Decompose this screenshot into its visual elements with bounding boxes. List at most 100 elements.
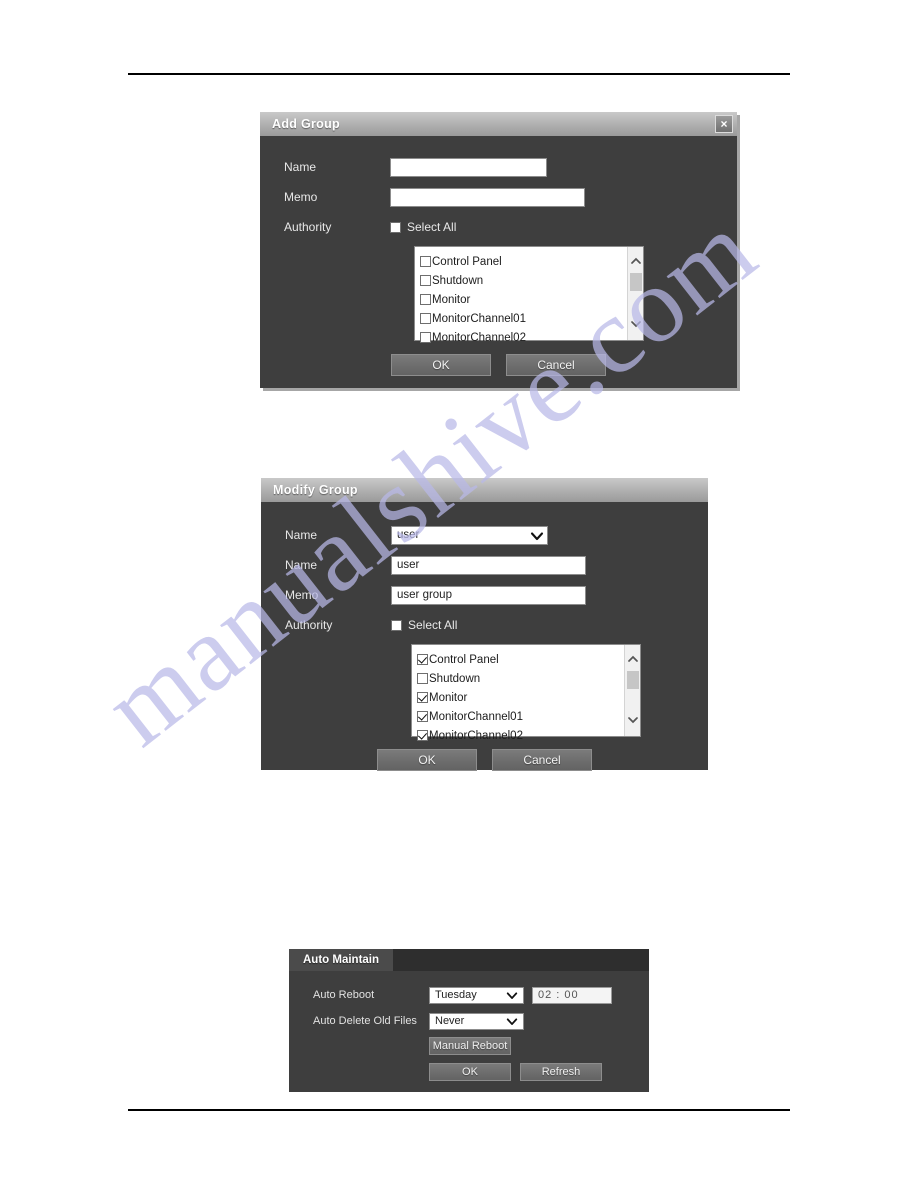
auto-delete-dropdown[interactable]: Never — [429, 1012, 524, 1030]
authority-list-item[interactable]: MonitorChannel01 — [417, 707, 640, 726]
modify-group-dialog: Modify Group Name user Name user Memo us… — [261, 478, 708, 771]
authority-item-label: Shutdown — [429, 672, 481, 685]
add-group-memo-label: Memo — [284, 190, 318, 204]
select-all-label: Select All — [408, 618, 458, 632]
authority-item-label: Monitor — [432, 293, 471, 306]
select-all-label: Select All — [407, 220, 457, 234]
ok-button[interactable]: OK — [429, 1063, 511, 1081]
modify-group-name-input[interactable]: user — [391, 555, 586, 575]
authority-list-item[interactable]: Monitor — [420, 290, 643, 309]
select-all-checkbox-icon[interactable] — [390, 221, 401, 233]
auto-maintain-dialog: Auto Maintain Auto Reboot Tuesday 02 : 0… — [289, 949, 649, 1092]
chevron-down-icon[interactable] — [506, 989, 518, 1002]
authority-list-item[interactable]: MonitorChannel02 — [420, 328, 643, 347]
add-group-authority-row: Authority Select All — [260, 216, 737, 238]
checkbox-checked-icon[interactable] — [417, 730, 428, 741]
checkbox-icon[interactable] — [420, 332, 431, 343]
checkbox-checked-icon[interactable] — [417, 692, 428, 703]
modify-group-memo-input[interactable]: user group — [391, 585, 586, 605]
cancel-button[interactable]: Cancel — [506, 354, 606, 376]
add-group-form: Name Memo Authority Select All Control P… — [260, 136, 737, 376]
scroll-up-icon[interactable] — [630, 255, 642, 267]
close-icon[interactable]: × — [715, 115, 733, 133]
checkbox-icon[interactable] — [417, 673, 428, 684]
checkbox-checked-icon[interactable] — [417, 711, 428, 722]
modify-group-name-label: Name — [285, 558, 318, 572]
scroll-up-icon[interactable] — [627, 653, 639, 665]
chevron-down-icon[interactable] — [506, 1015, 518, 1028]
scrollbar-thumb[interactable] — [630, 273, 642, 291]
add-group-authority-list[interactable]: Control Panel Shutdown Monitor MonitorChann… — [414, 246, 644, 344]
modify-group-memo-label: Memo — [285, 588, 319, 602]
authority-item-label: MonitorChannel02 — [429, 729, 523, 742]
checkbox-icon[interactable] — [420, 275, 431, 286]
select-all-checkbox-icon[interactable] — [391, 619, 402, 631]
authority-item-label: MonitorChannel02 — [432, 331, 526, 344]
add-group-authority-label: Authority — [284, 220, 332, 234]
authority-item-label: Control Panel — [432, 255, 502, 268]
modify-group-select-row: Name user — [261, 524, 708, 546]
authority-list-item[interactable]: Shutdown — [417, 669, 640, 688]
tab-auto-maintain[interactable]: Auto Maintain — [289, 949, 394, 971]
add-group-dialog: Add Group × Name Memo Authority Select A… — [260, 112, 737, 388]
authority-list-item[interactable]: Shutdown — [420, 271, 643, 290]
scroll-down-icon[interactable] — [627, 714, 639, 726]
add-group-memo-input[interactable] — [390, 187, 585, 207]
auto-reboot-day-dropdown[interactable]: Tuesday — [429, 986, 524, 1004]
add-group-select-all[interactable]: Select All — [390, 220, 456, 234]
group-name-dropdown[interactable]: user — [391, 525, 548, 545]
modify-group-button-row: OK Cancel — [261, 749, 708, 771]
add-group-name-input[interactable] — [390, 157, 547, 177]
authority-list-item[interactable]: MonitorChannel02 — [417, 726, 640, 745]
checkbox-icon[interactable] — [420, 313, 431, 324]
add-group-titlebar: Add Group × — [260, 112, 737, 136]
ok-button[interactable]: OK — [391, 354, 491, 376]
add-group-memo-row: Memo — [260, 186, 737, 208]
authority-item-label: MonitorChannel01 — [429, 710, 523, 723]
authority-list-scrollbar[interactable] — [624, 645, 640, 736]
modify-group-authority-row: Authority Select All — [261, 614, 708, 636]
auto-reboot-label: Auto Reboot — [313, 989, 375, 1001]
cancel-button[interactable]: Cancel — [492, 749, 592, 771]
checkbox-icon[interactable] — [420, 294, 431, 305]
authority-item-label: MonitorChannel01 — [432, 312, 526, 325]
auto-delete-value: Never — [435, 1014, 465, 1027]
modify-group-select-all[interactable]: Select All — [391, 618, 457, 632]
add-group-title: Add Group — [272, 117, 340, 131]
authority-list-scrollbar[interactable] — [627, 247, 643, 340]
auto-maintain-tabbar: Auto Maintain — [289, 949, 649, 971]
modify-group-authority-label: Authority — [285, 618, 333, 632]
authority-list-item[interactable]: MonitorChannel01 — [420, 309, 643, 328]
group-name-dropdown-value: user — [397, 528, 420, 541]
ok-button[interactable]: OK — [377, 749, 477, 771]
manual-reboot-wrap: Manual Reboot — [429, 1037, 649, 1055]
auto-reboot-time-input[interactable]: 02 : 00 — [532, 986, 612, 1004]
modify-group-title: Modify Group — [273, 483, 358, 497]
auto-maintain-button-row: OK Refresh — [429, 1063, 649, 1081]
manual-reboot-button[interactable]: Manual Reboot — [429, 1037, 511, 1055]
refresh-button[interactable]: Refresh — [520, 1063, 602, 1081]
authority-list-item[interactable]: Control Panel — [420, 252, 643, 271]
scroll-down-icon[interactable] — [630, 318, 642, 330]
auto-maintain-body: Auto Reboot Tuesday 02 : 00 Auto Delete … — [289, 971, 649, 1081]
checkbox-checked-icon[interactable] — [417, 654, 428, 665]
modify-group-memo-row: Memo user group — [261, 584, 708, 606]
page-header-rule — [128, 73, 790, 75]
modify-group-name-row: Name user — [261, 554, 708, 576]
authority-list-item[interactable]: Control Panel — [417, 650, 640, 669]
chevron-down-icon[interactable] — [530, 529, 544, 542]
auto-delete-row: Auto Delete Old Files Never — [289, 1011, 649, 1031]
auto-reboot-day-value: Tuesday — [435, 988, 477, 1001]
scrollbar-thumb[interactable] — [627, 671, 639, 689]
page-footer-rule — [128, 1109, 790, 1111]
authority-list-item[interactable]: Monitor — [417, 688, 640, 707]
auto-reboot-row: Auto Reboot Tuesday 02 : 00 — [289, 985, 649, 1005]
authority-item-label: Shutdown — [432, 274, 484, 287]
modify-group-form: Name user Name user Memo user group Auth… — [261, 502, 708, 771]
auto-delete-label: Auto Delete Old Files — [313, 1015, 417, 1027]
authority-item-label: Control Panel — [429, 653, 499, 666]
checkbox-icon[interactable] — [420, 256, 431, 267]
authority-item-label: Monitor — [429, 691, 468, 704]
modify-group-select-label: Name — [285, 528, 318, 542]
modify-group-authority-list[interactable]: Control Panel Shutdown Monitor MonitorChann… — [411, 644, 641, 742]
